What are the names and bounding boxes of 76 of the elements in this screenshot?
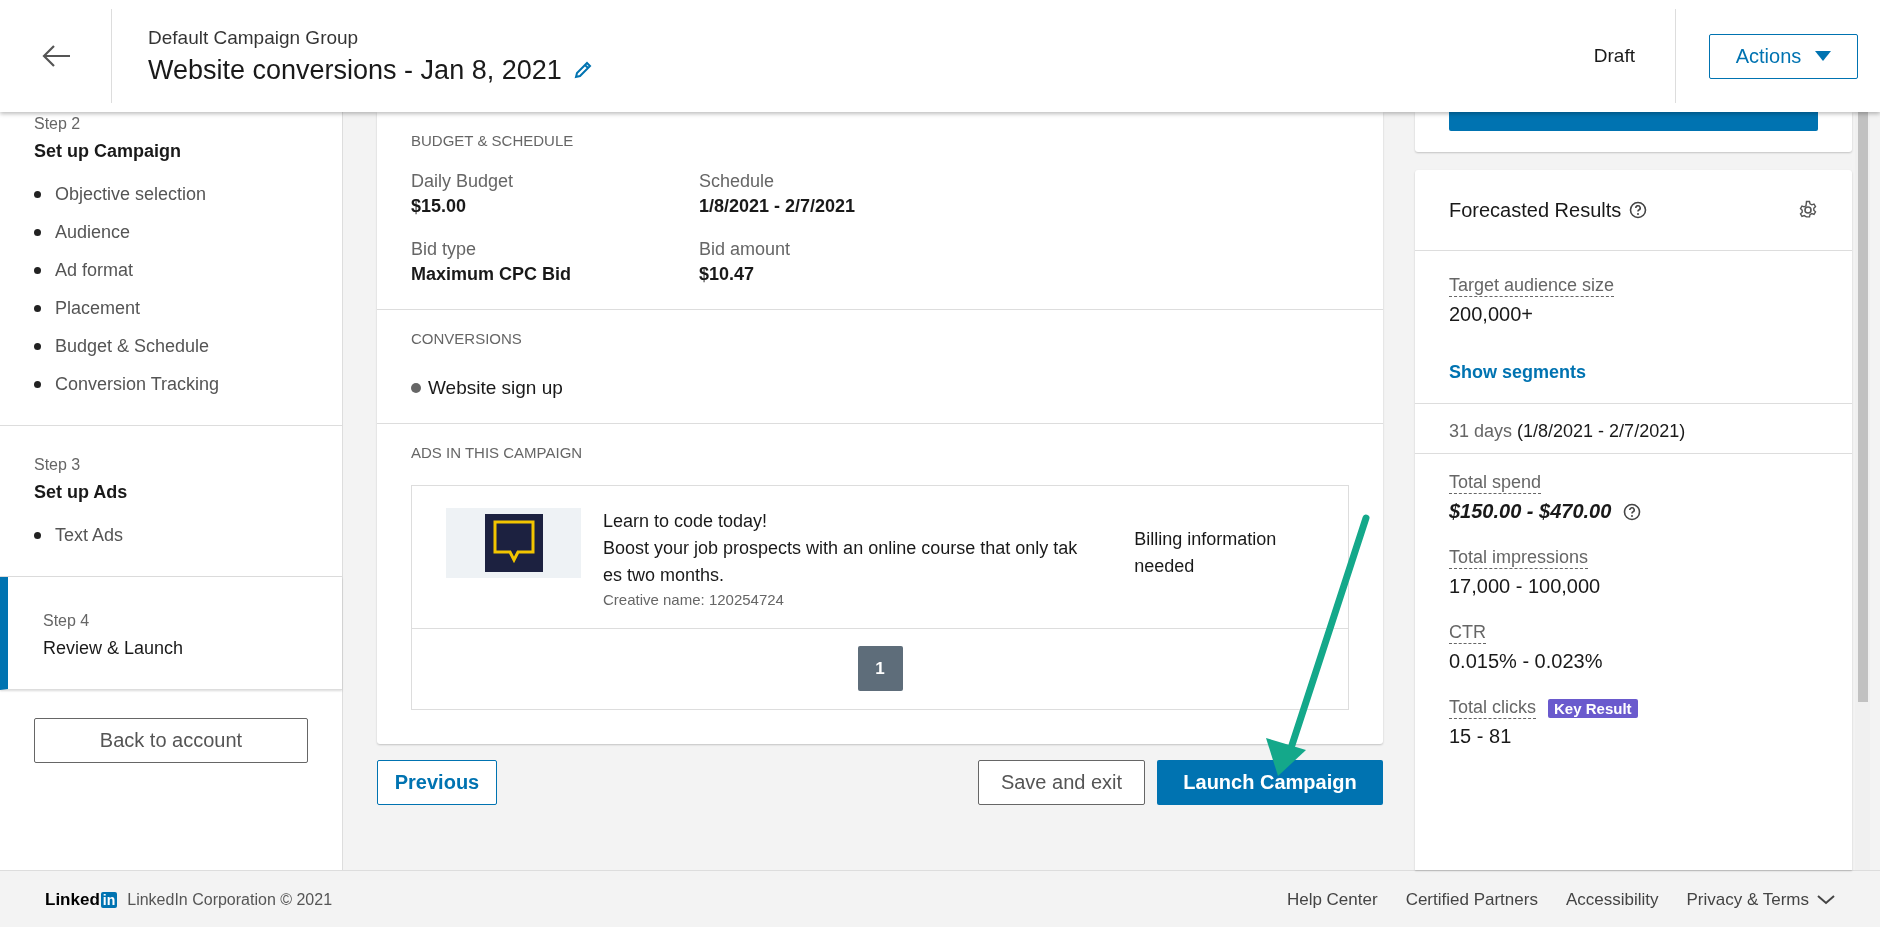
caret-icon [1815, 51, 1832, 61]
chevron-down-icon [1817, 894, 1835, 905]
actions-button[interactable]: Actions [1709, 33, 1858, 79]
metric-value: $150.00 - $470.00 [1449, 500, 1612, 523]
ad-headline: Learn to code today! [603, 510, 769, 533]
forecast-title: Forecasted Results [1449, 198, 1622, 222]
ad-description: Boost your job prospects with an online course that only takes two months. [603, 537, 1079, 587]
bullet-icon [34, 191, 41, 198]
metric-value: 17,000 - 100,000 [1449, 575, 1601, 598]
field-value: Maximum CPC Bid [411, 264, 573, 285]
creative-name: Creative name: 120254724 [603, 591, 785, 608]
back-to-account-button[interactable]: Back to account [34, 718, 308, 763]
step-number: Step 4 [43, 612, 91, 630]
section-heading: ADS IN THIS CAMPAIGN [411, 444, 584, 461]
bullet-icon [34, 267, 41, 274]
metric-label: CTR [1449, 622, 1486, 644]
duration-text: 31 days [1449, 421, 1513, 442]
footer-link[interactable]: Certified Partners [1405, 889, 1538, 910]
field-label: Schedule [699, 171, 776, 192]
key-result-badge: Key Result [1548, 698, 1638, 718]
campaign-title: Website conversions - Jan 8, 2021 [148, 54, 562, 86]
step-subitem[interactable]: Audience [55, 222, 131, 243]
step-subitem[interactable]: Text Ads [55, 525, 124, 546]
field-label: Bid type [411, 239, 478, 260]
save-and-exit-button[interactable]: Save and exit [978, 760, 1145, 805]
bullet-icon [411, 383, 421, 393]
field-label: Daily Budget [411, 171, 515, 192]
step-title: Review & Launch [43, 638, 185, 659]
bullet-icon [34, 381, 41, 388]
previous-button[interactable]: Previous [377, 760, 497, 805]
ad-status: Billing information needed [1134, 528, 1278, 578]
step-title: Set up Ads [34, 482, 129, 503]
page-button[interactable]: 1 [857, 646, 903, 691]
help-icon[interactable] [1623, 502, 1642, 521]
field-label: Bid amount [699, 239, 792, 260]
launch-campaign-button[interactable]: Launch Campaign [1157, 760, 1383, 805]
metric-value: 15 - 81 [1449, 725, 1512, 748]
linkedin-logo: Linked in [45, 889, 118, 910]
back-arrow-icon [40, 44, 71, 68]
sidebar-step[interactable]: Step 4 Review & Launch [0, 577, 342, 690]
conversion-name: Website sign up [428, 377, 563, 399]
metric-label: Target audience size [1449, 275, 1615, 297]
metric-label: Total spend [1449, 472, 1542, 494]
field-value: $10.47 [699, 264, 756, 285]
field-value: 1/8/2021 - 2/7/2021 [699, 196, 857, 217]
date-range: (1/8/2021 - 2/7/2021) [1517, 421, 1686, 442]
copyright-text: LinkedIn Corporation © 2021 [127, 890, 333, 909]
footer-link[interactable]: Accessibility [1565, 889, 1659, 910]
metric-label: Total clicks [1449, 697, 1537, 719]
metric-label: Total impressions [1449, 547, 1589, 569]
bullet-icon [34, 229, 41, 236]
bullet-icon [34, 343, 41, 350]
step-number: Step 2 [34, 115, 82, 133]
sidebar-step[interactable]: Step 2 Set up Campaign Objective selection Audience Ad format Placement Budget & Schedule Conversion Tracking [0, 112, 342, 426]
section-heading: CONVERSIONS [411, 330, 523, 347]
step-number: Step 3 [34, 456, 82, 474]
footer-link[interactable]: Help Center [1286, 889, 1378, 910]
section-heading: BUDGET & SCHEDULE [411, 132, 575, 149]
show-segments-link[interactable]: Show segments [1449, 362, 1818, 383]
help-icon[interactable] [1629, 201, 1648, 219]
step-subitem[interactable]: Conversion Tracking [55, 374, 220, 395]
metric-value: 200,000+ [1449, 303, 1534, 326]
campaign-status: Draft [1593, 45, 1635, 67]
step-subitem[interactable]: Objective selection [55, 184, 207, 205]
campaign-group-name: Default Campaign Group [148, 26, 360, 49]
pencil-icon[interactable] [573, 61, 592, 79]
settings-icon[interactable] [1798, 200, 1818, 220]
step-subitem[interactable]: Placement [55, 298, 141, 319]
bullet-icon [34, 532, 41, 539]
step-subitem[interactable]: Budget & Schedule [55, 336, 210, 357]
step-subitem[interactable]: Ad format [55, 260, 134, 281]
metric-value: 0.015% - 0.023% [1449, 650, 1603, 673]
bullet-icon [34, 305, 41, 312]
privacy-terms-menu[interactable]: Privacy & Terms [1686, 889, 1835, 910]
step-title: Set up Campaign [34, 141, 182, 162]
field-value: $15.00 [411, 196, 468, 217]
